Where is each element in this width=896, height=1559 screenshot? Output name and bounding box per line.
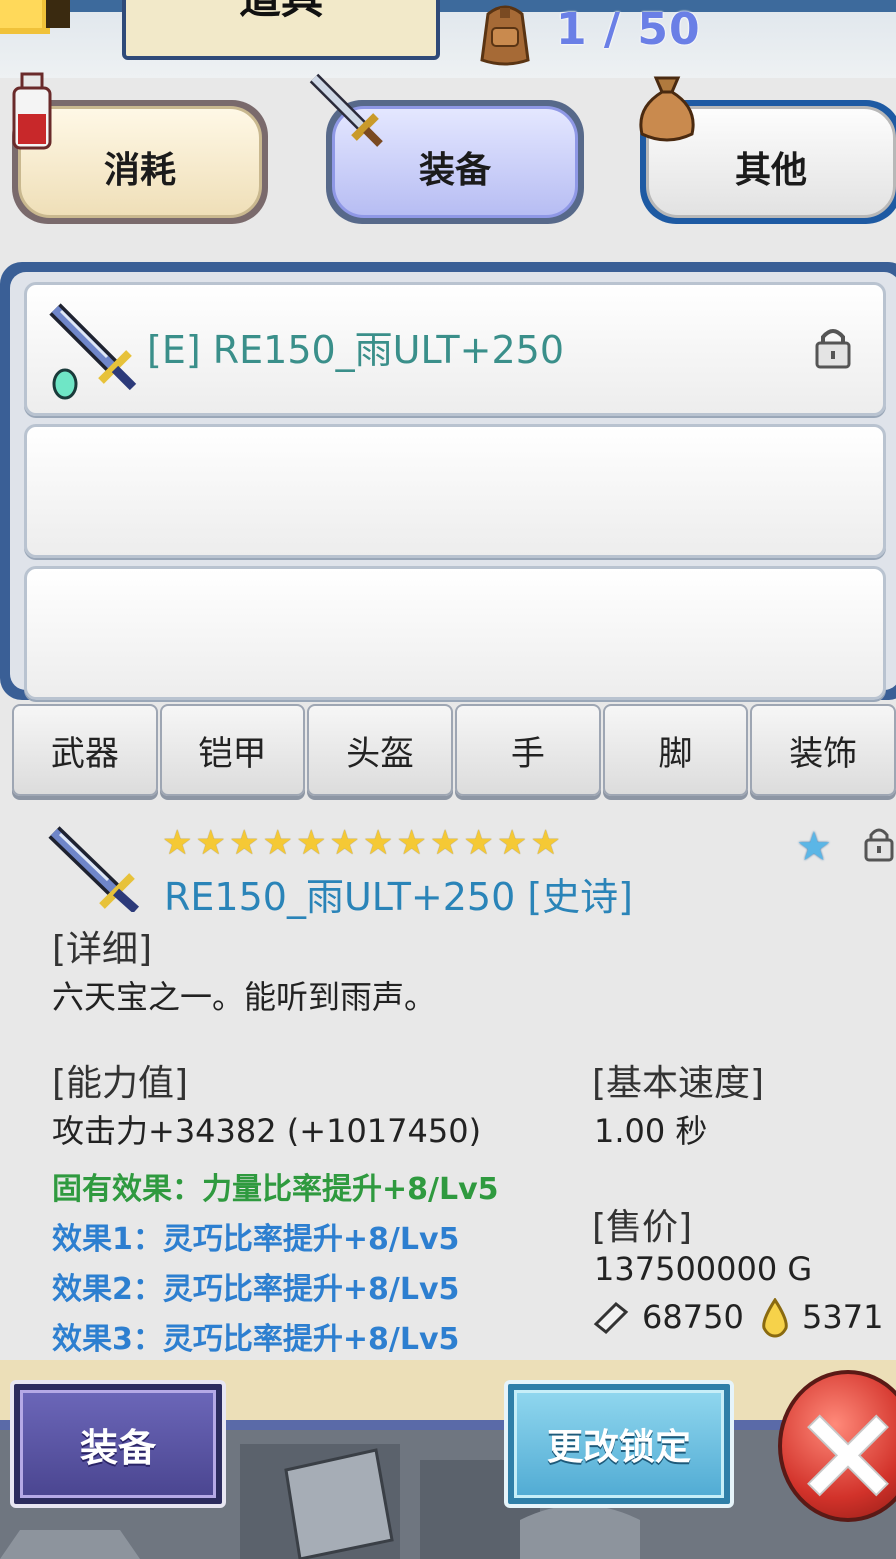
price-value: 137500000 G	[594, 1250, 813, 1288]
star-icon: ★	[362, 823, 394, 863]
item-name: [E] RE150_雨ULT+250	[147, 328, 565, 372]
subtab-foot[interactable]: 脚	[602, 704, 749, 796]
item-list-frame: [E] RE150_雨ULT+250	[0, 262, 896, 700]
star-icon: ★	[195, 823, 226, 863]
subtab-accessory[interactable]: 装饰	[750, 704, 896, 796]
star-icon: ★	[162, 823, 193, 863]
item-description: 六天宝之一。能听到雨声。	[52, 978, 437, 1016]
gem-icon	[52, 368, 78, 400]
empty-item-slot[interactable]	[24, 424, 886, 558]
equipment-subtabs: 武器 铠甲 头盔 手 脚 装饰	[12, 704, 896, 798]
subtab-armor[interactable]: 铠甲	[159, 704, 306, 796]
effect-1: 效果1：灵巧比率提升+8/Lv5	[52, 1222, 460, 1257]
star-icon: ★	[262, 823, 293, 863]
empty-item-slot[interactable]	[24, 566, 886, 700]
speed-label: [基本速度]	[592, 1063, 765, 1104]
star-icon: ★	[463, 823, 494, 863]
tab-consume-label: 消耗	[103, 150, 176, 191]
close-button[interactable]	[778, 1370, 896, 1522]
item-list: [E] RE150_雨ULT+250	[10, 272, 896, 700]
equip-button-label: 装备	[79, 1425, 156, 1470]
star-icon: ★	[429, 823, 461, 863]
page-title: 道具	[122, 0, 440, 60]
details-label: [详细]	[52, 929, 153, 970]
bag-capacity: 1 / 50	[556, 4, 701, 55]
favorite-star-icon[interactable]: ★	[796, 824, 832, 870]
close-icon	[807, 1414, 889, 1497]
item-slot[interactable]: [E] RE150_雨ULT+250	[24, 282, 886, 416]
page-title-text: 道具	[239, 0, 323, 26]
change-lock-button[interactable]: 更改锁定	[504, 1380, 734, 1508]
subtab-weapon[interactable]: 武器	[12, 704, 158, 796]
subtab-helmet[interactable]: 头盔	[307, 704, 454, 796]
star-icon: ★	[396, 823, 427, 863]
effect-2: 效果2：灵巧比率提升+8/Lv5	[52, 1272, 460, 1307]
effect-3: 效果3：灵巧比率提升+8/Lv5	[52, 1322, 460, 1357]
money-bag-icon	[639, 76, 695, 142]
star-icon: ★	[329, 823, 360, 863]
drop-icon	[762, 1298, 788, 1338]
star-icon: ★	[295, 823, 327, 863]
backpack-icon	[480, 5, 530, 66]
attack-stat: 攻击力+34382 (+1017450)	[52, 1112, 482, 1150]
item-title: RE150_雨ULT+250 [史诗]	[164, 875, 634, 919]
drop-count: 5371	[802, 1298, 884, 1336]
tab-equip-label: 装备	[418, 150, 491, 191]
inherent-effect: 固有效果：力量比率提升+8/Lv5	[52, 1172, 499, 1207]
speed-value: 1.00 秒	[594, 1112, 708, 1150]
tab-other-label: 其他	[734, 150, 807, 191]
lock-icon[interactable]	[811, 323, 855, 371]
sword-icon	[48, 826, 140, 912]
star-icon: ★	[530, 823, 561, 863]
stats-label: [能力值]	[52, 1063, 189, 1104]
whetstone-icon	[593, 1301, 629, 1334]
bell-icon	[0, 0, 70, 34]
potion-icon	[12, 72, 52, 150]
equip-button[interactable]: 装备	[10, 1380, 226, 1508]
star-icon: ★	[228, 823, 260, 863]
price-label: [售价]	[592, 1207, 693, 1248]
whetstone-count: 68750	[642, 1298, 744, 1336]
sword-icon	[309, 73, 383, 147]
rarity-stars: ★ ★ ★ ★ ★ ★ ★ ★ ★ ★ ★ ★	[162, 826, 561, 860]
subtab-hand[interactable]: 手	[455, 704, 601, 796]
change-lock-button-label: 更改锁定	[546, 1427, 691, 1468]
star-icon: ★	[496, 823, 528, 863]
lock-icon[interactable]	[862, 824, 896, 862]
